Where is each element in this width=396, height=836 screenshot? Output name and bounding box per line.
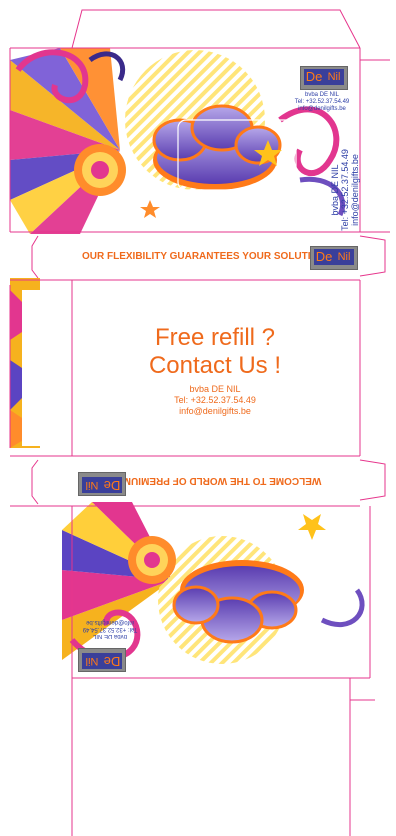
contact-block-middle: bvba DE NIL Tel: +32.52.37.54.49 info@de… bbox=[140, 384, 290, 417]
logo-mark-nil: Nil bbox=[82, 477, 102, 493]
company-phone: Tel: +32.52.37.54.49 bbox=[82, 626, 138, 632]
logo-mark-de: De bbox=[304, 69, 324, 85]
brand-logo-slogan-top: De Nil bbox=[310, 246, 358, 270]
contact-block-bottom: bvba DE NIL Tel: +32.52.37.54.49 info@de… bbox=[70, 618, 150, 639]
left-side-art-strip bbox=[10, 278, 72, 448]
brand-logo-top: De Nil bbox=[300, 66, 348, 90]
logo-mark-de: De bbox=[102, 653, 122, 669]
logo-mark-nil: Nil bbox=[82, 653, 102, 669]
slogan-bottom: WELCOME TO THE WORLD OF PREMIUMS bbox=[116, 475, 322, 486]
company-name: bvba DE NIL bbox=[304, 92, 340, 98]
company-phone: Tel: +32.52.37.54.49 bbox=[174, 395, 256, 405]
packaging-dieline-artwork bbox=[9, 9, 390, 836]
brand-logo-bottom: De Nil bbox=[78, 648, 126, 672]
logo-mark-de: De bbox=[314, 249, 334, 265]
company-name: bvba DE NIL bbox=[189, 384, 241, 394]
logo-mark-nil: Nil bbox=[334, 249, 354, 265]
side-company-email: info@denilgifts.be bbox=[350, 154, 360, 226]
company-phone: Tel: +32.52.37.54.49 bbox=[294, 99, 350, 105]
company-email: info@denilgifts.be bbox=[179, 406, 251, 416]
side-company-name: bvba DE NIL bbox=[330, 164, 340, 216]
headline-line-1: Free refill ? bbox=[154, 324, 276, 351]
logo-mark-nil: Nil bbox=[324, 69, 344, 85]
side-company-phone: Tel: +32.52.37.54.49 bbox=[340, 149, 350, 231]
bottom-panel-artwork bbox=[62, 502, 365, 672]
slogan-top: OUR FLEXIBILITY GUARANTEES YOUR SOLUTION… bbox=[82, 251, 333, 262]
logo-mark-de: De bbox=[102, 477, 122, 493]
headline-line-2: Contact Us ! bbox=[148, 352, 282, 379]
side-contact-block: bvba DE NIL Tel: +32.52.37.54.49 info@de… bbox=[330, 140, 360, 240]
brand-logo-slogan-bottom: De Nil bbox=[78, 472, 126, 496]
contact-block-top: bvba DE NIL Tel: +32.52.37.54.49 info@de… bbox=[282, 92, 362, 113]
headline: Free refill ? Contact Us ! bbox=[100, 324, 330, 380]
company-name: bvba DE NIL bbox=[92, 633, 128, 639]
company-email: info@denilgifts.be bbox=[298, 106, 346, 112]
company-email: info@denilgifts.be bbox=[86, 619, 134, 625]
